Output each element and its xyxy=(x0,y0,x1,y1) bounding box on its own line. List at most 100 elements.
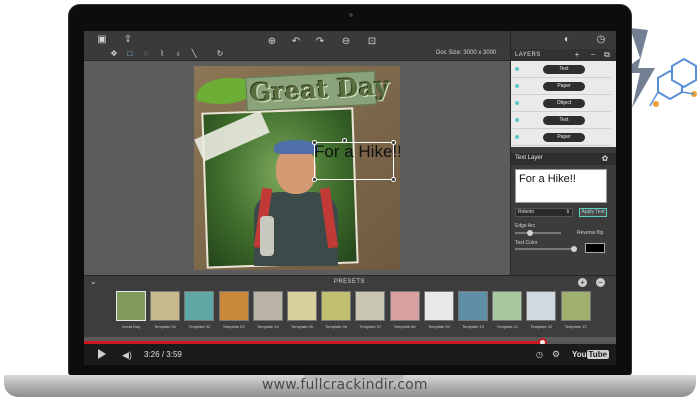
visibility-icon[interactable] xyxy=(515,101,519,105)
time-total: 3:59 xyxy=(166,350,182,359)
resize-handle-br[interactable] xyxy=(391,177,396,182)
time-display: 3:26 / 3:59 xyxy=(144,350,182,359)
lasso-icon[interactable]: ◌ xyxy=(140,49,152,61)
reverse-flip-label[interactable]: Reverse flip xyxy=(577,230,603,236)
undo-icon[interactable]: ↶ xyxy=(290,37,302,49)
layer-label: Paper xyxy=(543,133,585,142)
text-color-slider[interactable] xyxy=(515,248,577,250)
layer-row[interactable]: Paper xyxy=(511,78,611,95)
font-select[interactable]: Roboto ⇕ xyxy=(515,208,573,217)
clock-icon[interactable]: ◷ xyxy=(595,35,607,47)
preset-label: Template 02 xyxy=(188,324,211,329)
youtube-brand: You xyxy=(572,350,587,359)
preset-thumbnail[interactable] xyxy=(560,291,591,321)
redo-icon[interactable]: ↷ xyxy=(314,37,326,49)
watermark-text: www.fullcrackindir.com xyxy=(262,377,428,393)
preset-label: Template 07 xyxy=(359,324,382,329)
select-rectangle-icon[interactable]: □ xyxy=(124,49,136,61)
preset-thumbnail[interactable] xyxy=(458,291,488,321)
doc-size-label: Doc Size: 3000 x 3000 xyxy=(436,50,497,56)
edge-arc-knob[interactable] xyxy=(527,230,533,236)
app-screen: ▣ ⇪ ✥ □ ◌ ⌇ ♁ ╲ ↻ ⊕ ↶ ↷ ⊖ ⊡ Doc Size: 30… xyxy=(84,31,616,365)
fit-screen-icon[interactable]: ⊡ xyxy=(366,37,378,49)
presets-title: PRESETS xyxy=(334,279,365,285)
preset-thumbnail[interactable] xyxy=(116,291,146,321)
visibility-icon[interactable] xyxy=(515,118,519,122)
brush-icon[interactable]: ⌇ xyxy=(156,49,168,61)
move-tool-icon[interactable]: ✥ xyxy=(108,49,120,61)
add-preset-icon[interactable]: + xyxy=(578,278,587,287)
export-icon[interactable]: ⇪ xyxy=(122,35,134,47)
visibility-icon[interactable] xyxy=(515,84,519,88)
preset-thumbnail[interactable] xyxy=(321,291,352,321)
bulb-icon[interactable]: ♁ xyxy=(172,49,184,61)
layer-row[interactable]: Paper xyxy=(511,129,611,146)
resize-handle-bl[interactable] xyxy=(312,177,317,182)
resize-handle-tr[interactable] xyxy=(391,140,396,145)
play-icon[interactable] xyxy=(98,349,106,359)
side-panel: ◐ ◷ LAYERS + − ⧉ Text Paper Object Text … xyxy=(510,31,616,275)
time-separator: / xyxy=(161,350,165,359)
visibility-icon[interactable] xyxy=(515,67,519,71)
preset-label: Template 09 xyxy=(427,324,450,329)
remove-preset-icon[interactable]: − xyxy=(596,278,605,287)
preset-thumbnail[interactable] xyxy=(184,291,215,321)
edge-arc-slider[interactable] xyxy=(515,232,561,234)
text-layer-title: Text Layer xyxy=(515,155,543,161)
watch-later-icon[interactable]: ◷ xyxy=(536,350,543,359)
image-icon[interactable]: ▣ xyxy=(96,35,108,47)
preset-thumbnail[interactable] xyxy=(526,291,557,321)
font-select-value: Roboto xyxy=(518,209,535,215)
preset-thumbnail[interactable] xyxy=(355,291,386,321)
text-color-knob[interactable] xyxy=(571,246,577,252)
preset-label: Template 01 xyxy=(154,324,177,329)
preset-label: Template 10 xyxy=(462,324,484,329)
preset-label: Template 04 xyxy=(256,324,279,329)
line-tool-icon[interactable]: ╲ xyxy=(188,49,200,61)
preset-thumbnail[interactable] xyxy=(218,291,249,321)
preset-label: Template 08 xyxy=(393,324,416,329)
fullscreen-icon[interactable]: ⛶ xyxy=(600,349,606,360)
rotate-handle[interactable] xyxy=(342,138,347,143)
layer-label: Text xyxy=(543,116,585,125)
preset-thumbnail[interactable] xyxy=(252,291,283,321)
zoom-out-icon[interactable]: ⊖ xyxy=(340,37,352,49)
preset-thumbnail[interactable] xyxy=(423,291,454,321)
selection-box[interactable] xyxy=(314,142,394,180)
resize-handle-tl[interactable] xyxy=(312,140,317,145)
rotate-icon[interactable]: ↻ xyxy=(214,49,226,61)
preset-label: Great Day xyxy=(121,324,141,329)
visibility-icon[interactable] xyxy=(515,135,519,139)
settings-gear-icon[interactable]: ⚙ xyxy=(552,349,560,360)
layer-label: Object xyxy=(543,99,585,108)
chevron-down-icon[interactable]: ⌄ xyxy=(90,277,97,286)
preset-label: Template 05 xyxy=(291,324,313,329)
layers-title: LAYERS xyxy=(515,52,541,58)
canvas-area[interactable]: Great Day For a Hike!! xyxy=(84,61,510,275)
webcam-icon xyxy=(349,13,353,17)
volume-icon[interactable]: ◀) xyxy=(122,350,132,361)
layer-label: Paper xyxy=(543,82,585,91)
scrapbook-photo[interactable]: Great Day For a Hike!! xyxy=(194,66,400,270)
preset-thumbnail[interactable] xyxy=(150,291,181,321)
layer-label: Text xyxy=(543,65,585,74)
text-layer-input[interactable]: For a Hike!! xyxy=(515,169,607,203)
apply-text-button[interactable]: Apply Text xyxy=(579,208,607,217)
preset-thumbnail[interactable] xyxy=(287,291,317,321)
edge-arc-label: Edge Arc xyxy=(515,223,536,229)
presets-strip: ⌄ PRESETS + − Great Day Template 01 Templa… xyxy=(84,275,616,337)
layer-row[interactable]: Text xyxy=(511,61,611,78)
preset-thumbnail[interactable] xyxy=(492,291,523,321)
chevron-down-icon: ⇕ xyxy=(565,209,570,215)
text-color-swatch[interactable] xyxy=(585,243,605,253)
preset-thumbnail[interactable] xyxy=(389,291,420,321)
water-bottle xyxy=(260,216,274,256)
palette-icon[interactable]: ✿ xyxy=(599,154,611,166)
layer-row[interactable]: Text xyxy=(511,112,611,129)
zoom-in-icon[interactable]: ⊕ xyxy=(266,37,278,49)
contrast-icon[interactable]: ◐ xyxy=(561,35,573,47)
stage: ▣ ⇪ ✥ □ ◌ ⌇ ♁ ╲ ↻ ⊕ ↶ ↷ ⊖ ⊡ Doc Size: 30… xyxy=(0,0,700,406)
preset-label: Template 12 xyxy=(530,324,553,329)
toolbar: ▣ ⇪ ✥ □ ◌ ⌇ ♁ ╲ ↻ ⊕ ↶ ↷ ⊖ ⊡ Doc Size: 30… xyxy=(84,31,510,61)
layer-row[interactable]: Object xyxy=(511,95,611,112)
